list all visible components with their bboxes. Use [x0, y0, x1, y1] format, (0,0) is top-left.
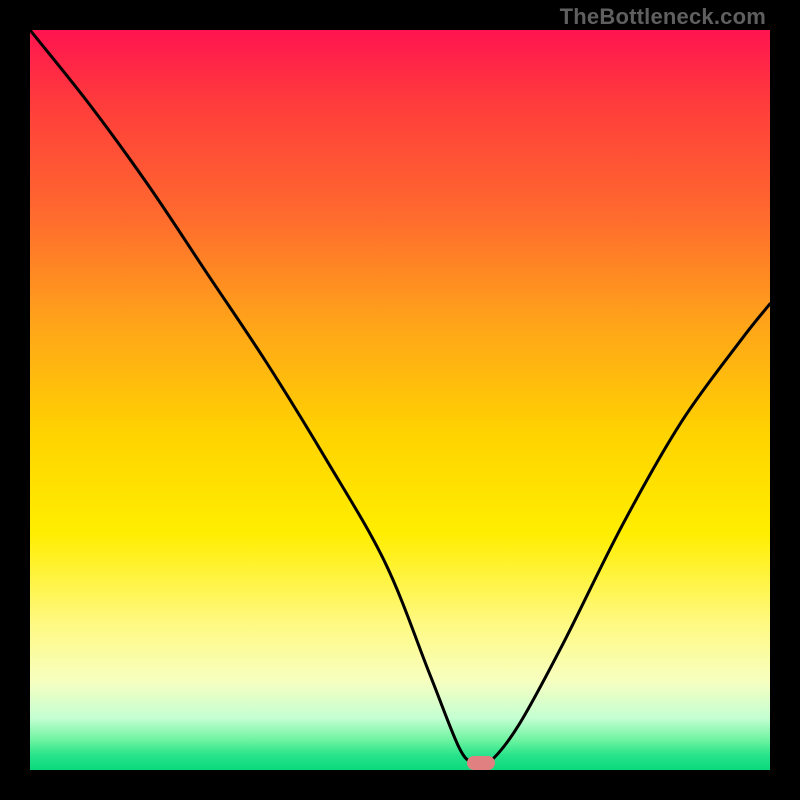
bottleneck-curve-path — [30, 30, 770, 766]
curve-svg — [30, 30, 770, 770]
watermark-text: TheBottleneck.com — [560, 4, 766, 30]
optimal-point-marker — [467, 756, 495, 770]
plot-area — [30, 30, 770, 770]
chart-frame: TheBottleneck.com — [0, 0, 800, 800]
